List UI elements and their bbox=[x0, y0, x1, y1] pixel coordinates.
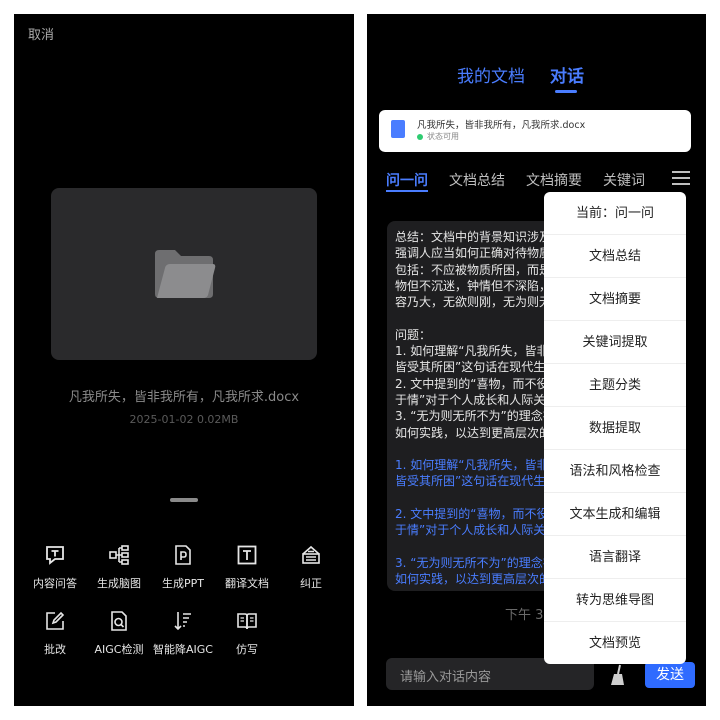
tool-label: 翻译文档 bbox=[225, 577, 269, 590]
folder-icon bbox=[155, 250, 216, 298]
menu-item-mindmap[interactable]: 转为思维导图 bbox=[544, 579, 686, 622]
file-card-name: 凡我所失，皆非我所有，凡我所求.docx bbox=[417, 120, 586, 131]
tool-reduce-aigc[interactable]: 智能降AIGC bbox=[151, 610, 215, 657]
doc-file-icon bbox=[391, 120, 405, 138]
tool-label: 内容问答 bbox=[33, 577, 77, 590]
suggested-question[interactable]: 2. 文中提到的“喜物，而不役于物，钟情，而不困 bbox=[395, 506, 557, 522]
answer-line: 于情”对于个人成长和人际关系有何启示？ bbox=[395, 392, 557, 407]
book-icon bbox=[237, 613, 257, 630]
file-name: 凡我所失，皆非我所有，凡我所求.docx bbox=[68, 390, 300, 405]
menu-item-doc-preview[interactable]: 文档预览 bbox=[544, 622, 686, 665]
answer-line: 1. 如何理解“凡我所失，皆非我所有，凡我所求， bbox=[395, 344, 557, 359]
suggested-question[interactable]: 皆受其所困”这句话在现代生活中的意义？ bbox=[395, 473, 557, 489]
menu-item-doc-summary[interactable]: 文档总结 bbox=[544, 235, 686, 278]
tool-content-qa[interactable]: 内容问答 bbox=[23, 544, 87, 591]
menu-item-translate[interactable]: 语言翻译 bbox=[544, 536, 686, 579]
answer-line: 物但不沉迷，钟情但不深陷， bbox=[395, 278, 552, 293]
mindmap-icon bbox=[109, 545, 129, 565]
answer-line: 问题： bbox=[395, 327, 432, 342]
sort-down-icon bbox=[174, 612, 191, 631]
file-date-size: 2025-01-02 0.02MB bbox=[129, 413, 239, 426]
status-dot bbox=[417, 134, 423, 140]
menu-item-current-ask[interactable]: 当前：问一问 bbox=[544, 192, 686, 235]
tool-label: 智能降AIGC bbox=[153, 643, 213, 656]
answer-text: 总结：文档中的背景知识涉及人生哲理， 强调人应当如何正确对待物质与情感， 包括：… bbox=[395, 229, 557, 588]
broom-icon[interactable] bbox=[609, 664, 627, 686]
menu-item-topic-classify[interactable]: 主题分类 bbox=[544, 364, 686, 407]
tool-mindmap[interactable]: 生成脑图 bbox=[87, 544, 151, 591]
suggested-question[interactable]: 于情”对于个人成长和人际关系有何启示？ bbox=[395, 522, 557, 538]
ppt-file-icon bbox=[175, 545, 191, 565]
file-card-status: 状态可用 bbox=[427, 132, 459, 141]
suggested-question[interactable]: 如何实践，以达到更高层次的自我实现？ bbox=[395, 571, 557, 587]
function-dropdown-menu: 当前：问一问 文档总结 文档摘要 关键词提取 主题分类 数据提取 语法和风格检查… bbox=[544, 192, 686, 664]
tool-translate-doc[interactable]: 翻译文档 bbox=[215, 544, 279, 591]
tab-ask[interactable]: 问一问 bbox=[386, 170, 428, 190]
tool-grading[interactable]: 批改 bbox=[23, 610, 87, 657]
tab-doc-abstract[interactable]: 文档摘要 bbox=[526, 170, 582, 190]
chat-input-placeholder: 请输入对话内容 bbox=[400, 670, 492, 685]
answer-line: 总结：文档中的背景知识涉及人生哲理， bbox=[395, 230, 557, 244]
answer-line: 如何实践，以达到更高层次的自我实现？ bbox=[395, 425, 557, 440]
file-preview-thumbnail[interactable] bbox=[51, 188, 317, 360]
suggested-question[interactable]: 3. “无为则无所不为”的理念在现代社会中 bbox=[395, 555, 557, 571]
message-time: 下午 3 bbox=[505, 608, 544, 623]
suggested-question[interactable]: 1. 如何理解“凡我所失，皆非我所有，凡我所求， bbox=[395, 457, 557, 473]
answer-line: 2. 文中提到的“喜物，而不役于物，钟情，而不困 bbox=[395, 376, 557, 391]
edit-icon bbox=[46, 611, 65, 630]
answer-line: 3. “无为则无所不为”的理念在现代社会中 bbox=[395, 409, 557, 424]
answer-line: 包括：不应被物质所困，而是应当喜 bbox=[395, 262, 557, 277]
tool-label: AIGC检测 bbox=[94, 643, 144, 656]
cancel-button[interactable]: 取消 bbox=[28, 24, 54, 43]
translate-t-icon bbox=[237, 545, 257, 565]
menu-item-doc-abstract[interactable]: 文档摘要 bbox=[544, 278, 686, 321]
hamburger-menu-icon[interactable] bbox=[671, 170, 691, 186]
tool-label: 生成PPT bbox=[162, 577, 204, 590]
menu-item-text-generate[interactable]: 文本生成和编辑 bbox=[544, 493, 686, 536]
answer-line: 强调人应当如何正确对待物质与情感， bbox=[395, 246, 557, 261]
answer-line: 容乃大，无欲则刚，无为则无所不为。 bbox=[395, 295, 557, 310]
tool-correct[interactable]: 纠正 bbox=[279, 544, 343, 591]
tool-label: 仿写 bbox=[236, 643, 258, 656]
tool-aigc-detect[interactable]: AIGC检测 bbox=[87, 610, 151, 657]
current-file-card[interactable]: 凡我所失，皆非我所有，凡我所求.docx 状态可用 bbox=[379, 110, 691, 152]
file-action-screen: 取消 凡我所失，皆非我所有，凡我所求.docx 2025-01-02 0.02M… bbox=[14, 14, 354, 706]
tool-generate-ppt[interactable]: 生成PPT bbox=[151, 544, 215, 591]
correct-icon bbox=[302, 545, 320, 564]
tab-keywords[interactable]: 关键词 bbox=[603, 170, 645, 190]
chat-t-icon bbox=[46, 546, 64, 565]
tab-chat[interactable]: 对话 bbox=[550, 62, 584, 87]
tab-doc-summary[interactable]: 文档总结 bbox=[449, 170, 505, 190]
tool-label: 生成脑图 bbox=[97, 577, 141, 590]
menu-item-keyword-extract[interactable]: 关键词提取 bbox=[544, 321, 686, 364]
answer-line: 皆受其所困”这句话在现代生活中的意义？ bbox=[395, 360, 557, 375]
tool-label: 纠正 bbox=[300, 577, 322, 590]
tab-my-documents[interactable]: 我的文档 bbox=[457, 62, 525, 87]
doc-search-icon bbox=[111, 611, 127, 631]
document-chat-screen: 我的文档 对话 凡我所失，皆非我所有，凡我所求.docx 状态可用 问一问 文档… bbox=[367, 14, 706, 706]
send-button[interactable]: 发送 bbox=[645, 662, 695, 688]
tool-label: 批改 bbox=[44, 643, 66, 656]
active-tab-indicator bbox=[555, 90, 577, 93]
answer-bubble: 总结：文档中的背景知识涉及人生哲理， 强调人应当如何正确对待物质与情感， 包括：… bbox=[387, 221, 557, 591]
menu-item-grammar-check[interactable]: 语法和风格检查 bbox=[544, 450, 686, 493]
sheet-drag-handle[interactable] bbox=[170, 498, 198, 502]
menu-item-data-extract[interactable]: 数据提取 bbox=[544, 407, 686, 450]
tool-imitate-writing[interactable]: 仿写 bbox=[215, 610, 279, 657]
function-tab-indicator bbox=[386, 190, 428, 192]
